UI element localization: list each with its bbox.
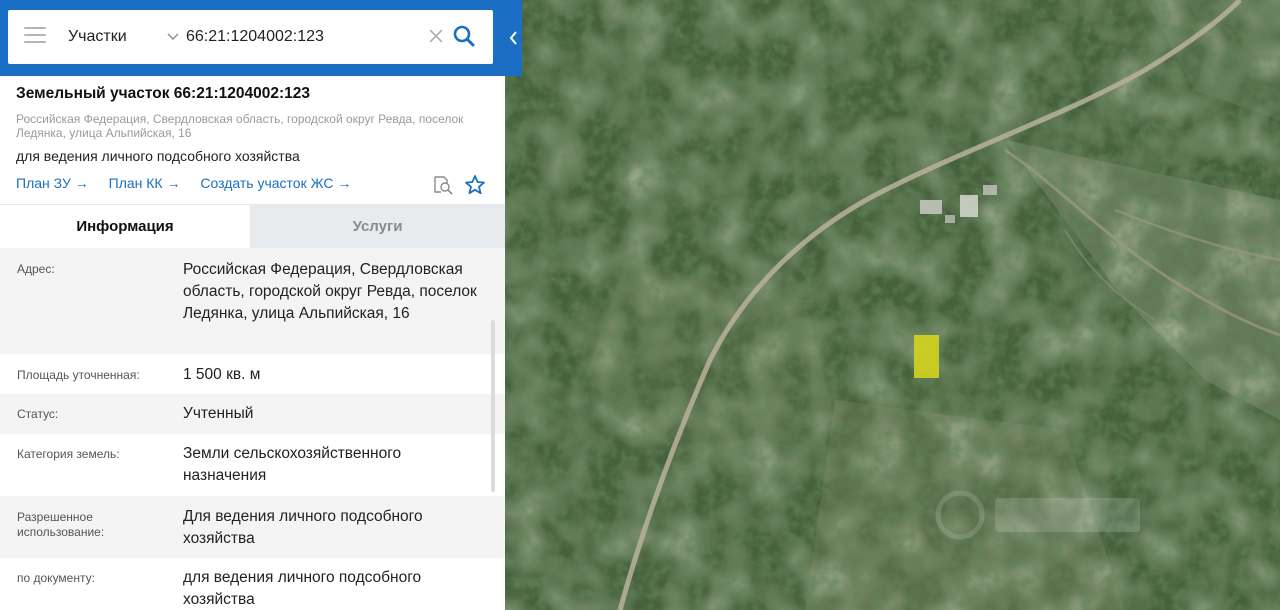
table-row: Разрешенное использование: Для ведения л… [0,496,505,558]
row-value: Учтенный [183,405,254,422]
row-value: 1 500 кв. м [183,366,261,383]
search-input[interactable] [186,24,421,50]
search-box: Участки [8,10,493,64]
sidebar-panel: Участки Земельный участок 66:21:1204002:… [0,0,505,610]
table-row: по документу: для ведения личного подсоб… [0,558,505,610]
hamburger-menu-icon[interactable] [24,27,46,47]
address-subtitle: Российская Федерация, Свердловская облас… [16,112,464,140]
action-links: План ЗУ → План КК → Создать участок ЖС → [16,175,367,191]
chevron-down-icon [166,10,180,86]
row-label: по документу: [17,571,95,585]
scrollbar[interactable] [491,320,495,492]
search-header: Участки [0,0,505,76]
search-type-select[interactable]: Участки [68,10,188,64]
document-search-icon[interactable] [432,174,454,196]
action-icons [432,174,492,196]
parcel-highlight [914,335,939,378]
search-icon[interactable] [452,24,476,48]
chevron-left-icon [509,31,517,45]
table-row: Площадь уточненная: 1 500 кв. м [0,354,505,394]
row-label: Площадь уточненная: [17,368,140,382]
create-parcel-link[interactable]: Создать участок ЖС → [200,175,351,191]
satellite-imagery [505,0,1280,610]
row-value: Для ведения личного подсобного хозяйства [183,508,423,547]
row-value: для ведения личного подсобного хозяйства [183,569,422,608]
satellite-map[interactable] [505,0,1280,610]
star-icon[interactable] [464,174,486,196]
row-label: Статус: [17,407,59,421]
info-tabs: Информация Услуги [0,204,505,248]
parcel-purpose: для ведения личного подсобного хозяйства [16,148,300,164]
search-type-label: Участки [68,28,127,45]
table-row: Категория земель: Земли сельскохозяйстве… [0,434,505,496]
row-label: Категория земель: [17,447,120,461]
plan-zu-link[interactable]: План ЗУ → [16,175,89,191]
table-row: Адрес: Российская Федерация, Свердловска… [0,248,505,354]
table-row: Статус: Учтенный [0,394,505,434]
collapse-panel-button[interactable] [505,0,522,76]
tab-services[interactable]: Услуги [250,205,505,248]
close-icon[interactable] [427,24,445,48]
plan-kk-link[interactable]: План КК → [109,175,181,191]
row-label: Разрешенное использование: [17,510,105,539]
row-value: Российская Федерация, Свердловская облас… [183,261,477,322]
info-table: Адрес: Российская Федерация, Свердловска… [0,248,505,610]
page-title: Земельный участок 66:21:1204002:123 [16,85,310,102]
tab-information[interactable]: Информация [0,205,250,248]
row-label: Адрес: [17,262,55,276]
row-value: Земли сельскохозяйственного назначения [183,445,402,484]
